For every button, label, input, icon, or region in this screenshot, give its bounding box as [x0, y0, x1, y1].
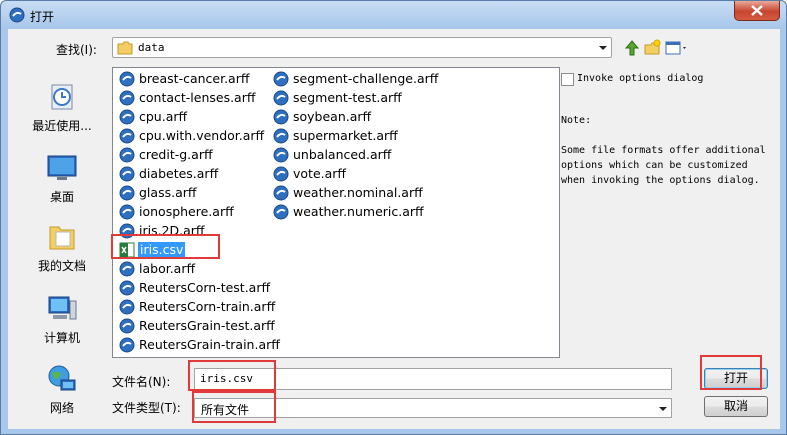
- file-name: breast-cancer.arff: [139, 71, 250, 86]
- file-name-input[interactable]: [200, 372, 660, 385]
- file-name: ReutersGrain-train.arff: [139, 337, 280, 352]
- place-recent[interactable]: 最近使用...: [22, 81, 102, 134]
- file-name: credit-g.arff: [139, 147, 213, 162]
- arff-file-icon: [119, 147, 135, 163]
- file-name: unbalanced.arff: [293, 147, 392, 162]
- new-folder-icon[interactable]: [644, 39, 662, 57]
- arff-file-icon: [119, 185, 135, 201]
- file-list[interactable]: breast-cancer.arff contact-lenses.arff cpu…: [112, 67, 560, 358]
- arff-file-icon: [119, 337, 135, 353]
- place-label: 我的文档: [37, 259, 86, 273]
- file-name: supermarket.arff: [293, 128, 398, 143]
- arff-file-icon: [119, 318, 135, 334]
- file-name: soybean.arff: [293, 109, 372, 124]
- file-name: contact-lenses.arff: [139, 90, 256, 105]
- arff-file-icon: [273, 90, 289, 106]
- arff-file-icon: [119, 109, 135, 125]
- computer-icon: [48, 296, 77, 320]
- network-globe-icon: [48, 365, 76, 391]
- arff-file-icon: [273, 109, 289, 125]
- file-name-field[interactable]: [194, 368, 672, 390]
- file-name: ReutersGrain-test.arff: [139, 318, 275, 333]
- chevron-down-icon[interactable]: [655, 399, 671, 418]
- arff-file-icon: [119, 90, 135, 106]
- arff-file-icon: [273, 204, 289, 220]
- file-name-label: 文件名(N):: [112, 375, 171, 389]
- look-in-label: 查找(I):: [56, 43, 97, 57]
- arff-file-icon: [119, 223, 135, 239]
- arff-file-icon: [273, 147, 289, 163]
- place-label: 最近使用...: [32, 119, 92, 133]
- java-app-icon: [9, 7, 25, 23]
- invoke-options-checkbox[interactable]: [561, 73, 574, 86]
- file-name: vote.arff: [293, 166, 347, 181]
- open-file-dialog: 打开 查找(I): data 最近使用... 桌面 我的文档 计算机 网络 br…: [0, 0, 787, 435]
- chevron-down-icon[interactable]: [595, 38, 611, 57]
- file-name: diabetes.arff: [139, 166, 219, 181]
- arff-file-icon: [273, 185, 289, 201]
- close-button[interactable]: [734, 1, 780, 21]
- file-name: ReutersCorn-train.arff: [139, 299, 276, 314]
- recent-places-icon: [51, 84, 73, 110]
- arff-file-icon: [273, 166, 289, 182]
- file-name: weather.numeric.arff: [293, 204, 424, 219]
- dialog-client-area: 查找(I): data 最近使用... 桌面 我的文档 计算机 网络 breas…: [8, 29, 780, 429]
- place-desktop[interactable]: 桌面: [22, 152, 102, 205]
- arff-file-icon: [119, 128, 135, 144]
- place-label: 计算机: [43, 331, 80, 345]
- note-title: Note:: [561, 115, 592, 126]
- file-name: segment-challenge.arff: [293, 71, 439, 86]
- place-network[interactable]: 网络: [22, 363, 102, 416]
- place-computer[interactable]: 计算机: [22, 293, 102, 346]
- arff-file-icon: [119, 280, 135, 296]
- window-title: 打开: [30, 10, 55, 24]
- arff-file-icon: [119, 71, 135, 87]
- place-label: 桌面: [49, 190, 74, 204]
- file-type-combo[interactable]: 所有文件: [194, 398, 672, 418]
- file-name: cpu.with.vendor.arff: [139, 128, 265, 143]
- excel-csv-icon: [119, 242, 135, 258]
- look-in-value: data: [138, 41, 165, 54]
- arff-file-icon: [119, 299, 135, 315]
- note-text: Some file formats offer additional optio…: [561, 145, 766, 186]
- desktop-icon: [47, 155, 77, 180]
- file-name: iris.2D.arff: [139, 223, 205, 238]
- arff-file-icon: [119, 204, 135, 220]
- arff-file-icon: [273, 128, 289, 144]
- place-label: 网络: [49, 401, 74, 415]
- look-in-combo[interactable]: data: [112, 37, 612, 58]
- file-name: cpu.arff: [139, 109, 188, 124]
- title-bar[interactable]: 打开: [1, 1, 786, 29]
- file-name: segment-test.arff: [293, 90, 402, 105]
- up-folder-icon[interactable]: [623, 39, 641, 57]
- file-name: ionosphere.arff: [139, 204, 234, 219]
- folder-icon: [117, 41, 133, 55]
- file-name: weather.nominal.arff: [293, 185, 423, 200]
- close-icon: [751, 5, 763, 16]
- documents-folder-icon: [49, 226, 75, 250]
- place-documents[interactable]: 我的文档: [22, 221, 102, 274]
- open-button[interactable]: 打开: [704, 368, 768, 389]
- arff-file-icon: [119, 166, 135, 182]
- invoke-options-label: Invoke options dialog: [577, 73, 704, 84]
- file-type-label: 文件类型(T):: [112, 401, 181, 415]
- file-type-value: 所有文件: [201, 403, 250, 417]
- file-name: ReutersCorn-test.arff: [139, 280, 271, 295]
- file-name: labor.arff: [139, 261, 196, 276]
- cancel-button[interactable]: 取消: [704, 396, 768, 417]
- file-name: glass.arff: [139, 185, 197, 200]
- arff-file-icon: [273, 71, 289, 87]
- view-menu-icon[interactable]: [665, 39, 689, 57]
- arff-file-icon: [119, 261, 135, 277]
- file-name: iris.csv: [138, 242, 186, 257]
